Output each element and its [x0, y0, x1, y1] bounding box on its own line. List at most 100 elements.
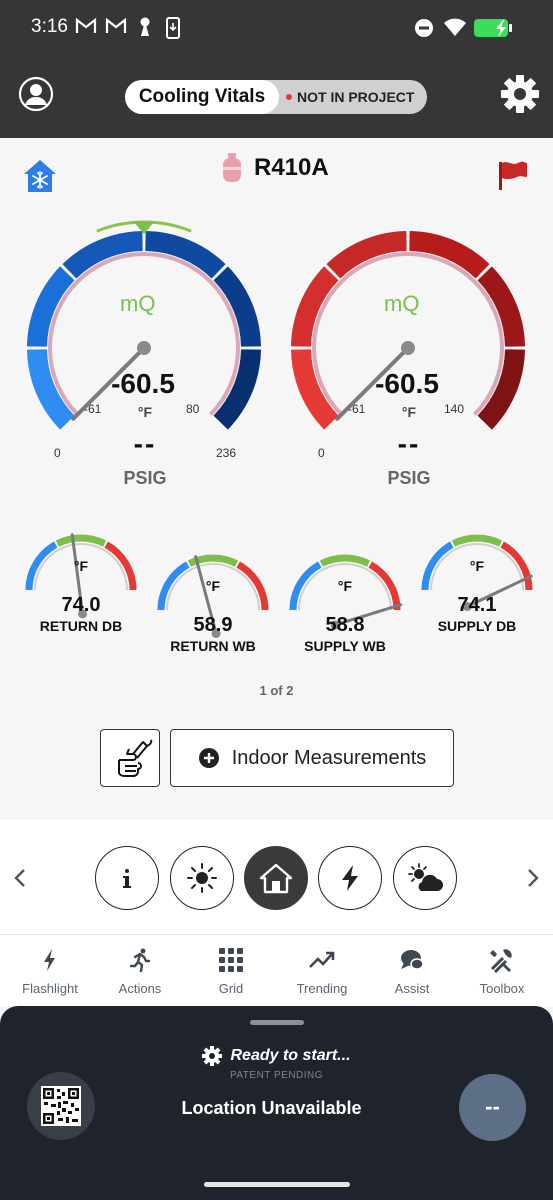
- mini-gauge-label: RETURN DB: [39, 618, 123, 634]
- gauge-inner-min: -61: [84, 402, 102, 416]
- gauge-temperature-value: -60.5: [111, 368, 175, 399]
- liquid-pressure-gauge[interactable]: mQ -60.5 °F -61 140 -- 0 PSIG: [278, 206, 540, 496]
- status-bar: 3:16: [0, 0, 553, 56]
- project-status-pill[interactable]: Cooling Vitals NOT IN PROJECT: [125, 80, 427, 114]
- gauge-outer-max: 236: [216, 446, 237, 460]
- mini-gauge-band: [319, 554, 371, 567]
- start-action-button[interactable]: --: [459, 1074, 526, 1141]
- supply-wb-gauge[interactable]: °F 58.8 SUPPLY WB: [284, 550, 406, 690]
- project-status: NOT IN PROJECT: [281, 80, 427, 114]
- refrigerant-tank-icon: [223, 153, 241, 182]
- tab-label: Grid: [218, 981, 244, 996]
- sheet-drag-handle[interactable]: [250, 1020, 304, 1025]
- mode-sun-button[interactable]: [170, 846, 234, 910]
- gmail-icon: [75, 17, 97, 33]
- gauge-outer-min: 0: [318, 446, 325, 460]
- page-indicator: 1 of 2: [259, 683, 294, 698]
- bottom-sheet[interactable]: Ready to start... PATENT PENDING Locatio…: [0, 1006, 553, 1200]
- supply-db-gauge[interactable]: °F 74.1 SUPPLY DB: [416, 530, 538, 670]
- gauge-temperature-unit: °F: [401, 404, 417, 420]
- indoor-measurements-label: Indoor Measurements: [231, 746, 427, 769]
- bottom-tab-bar: Flashlight Actions Grid Trending Assist …: [0, 934, 553, 1006]
- home-indicator[interactable]: [204, 1182, 350, 1187]
- tab-flashlight[interactable]: Flashlight: [4, 947, 96, 996]
- gear-icon[interactable]: [500, 74, 540, 114]
- tab-label: Actions: [118, 981, 162, 996]
- tab-assist[interactable]: Assist: [366, 947, 458, 996]
- ready-status: Ready to start...: [0, 1046, 553, 1066]
- tools-icon: [490, 949, 512, 973]
- sun-icon: [187, 863, 217, 893]
- qr-code-icon: [41, 1086, 81, 1126]
- tool-button[interactable]: [100, 729, 160, 787]
- gauge-inner-max: 80: [186, 402, 200, 416]
- gauge-inner-min: -61: [348, 402, 366, 416]
- tab-label: Toolbox: [479, 981, 525, 996]
- return-wb-gauge[interactable]: °F 58.9 RETURN WB: [152, 550, 274, 690]
- gauge-pressure-units: PSIG: [387, 468, 431, 488]
- trend-icon: [309, 951, 335, 968]
- mini-gauge-unit: °F: [337, 578, 353, 594]
- mini-gauge-label: SUPPLY DB: [437, 618, 517, 634]
- return-db-gauge[interactable]: °F 74.0 RETURN DB: [20, 530, 142, 670]
- status-time: 3:16: [31, 16, 68, 37]
- mini-gauge-unit: °F: [205, 578, 221, 594]
- mini-gauge-unit: °F: [73, 558, 89, 574]
- project-status-label: NOT IN PROJECT: [297, 89, 415, 105]
- tab-label: Trending: [296, 981, 348, 996]
- mini-gauge-value: 58.8: [325, 614, 365, 636]
- flag-icon[interactable]: [496, 158, 530, 192]
- gmail-icon: [105, 17, 127, 33]
- page-title: Cooling Vitals: [125, 80, 279, 114]
- battery-charging-icon: [474, 19, 512, 37]
- mini-gauge-value: 74.1: [457, 594, 497, 616]
- keyhole-icon: [140, 17, 150, 36]
- suction-pressure-gauge[interactable]: mQ -60.5 °F -61 80 -- 0 236 PSIG: [14, 206, 276, 496]
- chevron-right-icon[interactable]: [521, 864, 545, 892]
- mini-gauge-label: SUPPLY WB: [304, 638, 386, 654]
- indoor-measurements-button[interactable]: Indoor Measurements: [170, 729, 454, 787]
- mini-gauge-unit: °F: [469, 558, 485, 574]
- tab-label: Flashlight: [22, 981, 78, 996]
- mini-gauge-value: 58.9: [193, 614, 233, 636]
- mode-weather-button[interactable]: [393, 846, 457, 910]
- gear-icon: [202, 1046, 223, 1066]
- refrigerant-selector[interactable]: R410A: [220, 150, 329, 186]
- refrigerant-label: R410A: [254, 154, 329, 181]
- running-person-icon: [129, 948, 151, 973]
- tab-actions[interactable]: Actions: [94, 947, 186, 996]
- profile-icon[interactable]: [18, 76, 54, 112]
- tab-trending[interactable]: Trending: [276, 947, 368, 996]
- lightning-icon: [342, 865, 358, 891]
- chat-bubbles-icon: [401, 950, 424, 970]
- chevron-left-icon[interactable]: [8, 864, 32, 892]
- mode-electric-button[interactable]: [318, 846, 382, 910]
- cooling-mode-icon[interactable]: [22, 158, 58, 194]
- hand-tool-icon: [118, 739, 153, 777]
- mini-gauge-band: [451, 534, 503, 547]
- mode-info-button[interactable]: [95, 846, 159, 910]
- do-not-disturb-icon: [415, 19, 433, 37]
- grid-icon: [219, 948, 243, 972]
- lightning-icon: [44, 949, 55, 971]
- qr-scan-button[interactable]: [27, 1072, 95, 1140]
- gauge-temperature-unit: °F: [137, 404, 153, 420]
- tab-toolbox[interactable]: Toolbox: [456, 947, 548, 996]
- partly-cloudy-icon: [408, 863, 443, 891]
- gauge-outer-min: 0: [54, 446, 61, 460]
- mode-home-button[interactable]: [244, 846, 308, 910]
- gauge-needle-hub: [401, 341, 415, 355]
- gauge-inner-max: 140: [444, 402, 465, 416]
- mq-logo: mQ: [120, 291, 156, 316]
- mini-gauge-label: RETURN WB: [170, 638, 256, 654]
- status-dot-icon: [286, 94, 292, 100]
- gauge-pressure-units: PSIG: [123, 468, 167, 488]
- gauge-temperature-value: -60.5: [375, 368, 439, 399]
- home-icon: [259, 863, 293, 894]
- tab-grid[interactable]: Grid: [185, 947, 277, 996]
- plus-circle-icon: [198, 748, 219, 768]
- info-icon: [123, 869, 131, 888]
- mini-gauge-band: [55, 534, 107, 547]
- gauge-needle-hub: [137, 341, 151, 355]
- wifi-icon: [444, 18, 466, 36]
